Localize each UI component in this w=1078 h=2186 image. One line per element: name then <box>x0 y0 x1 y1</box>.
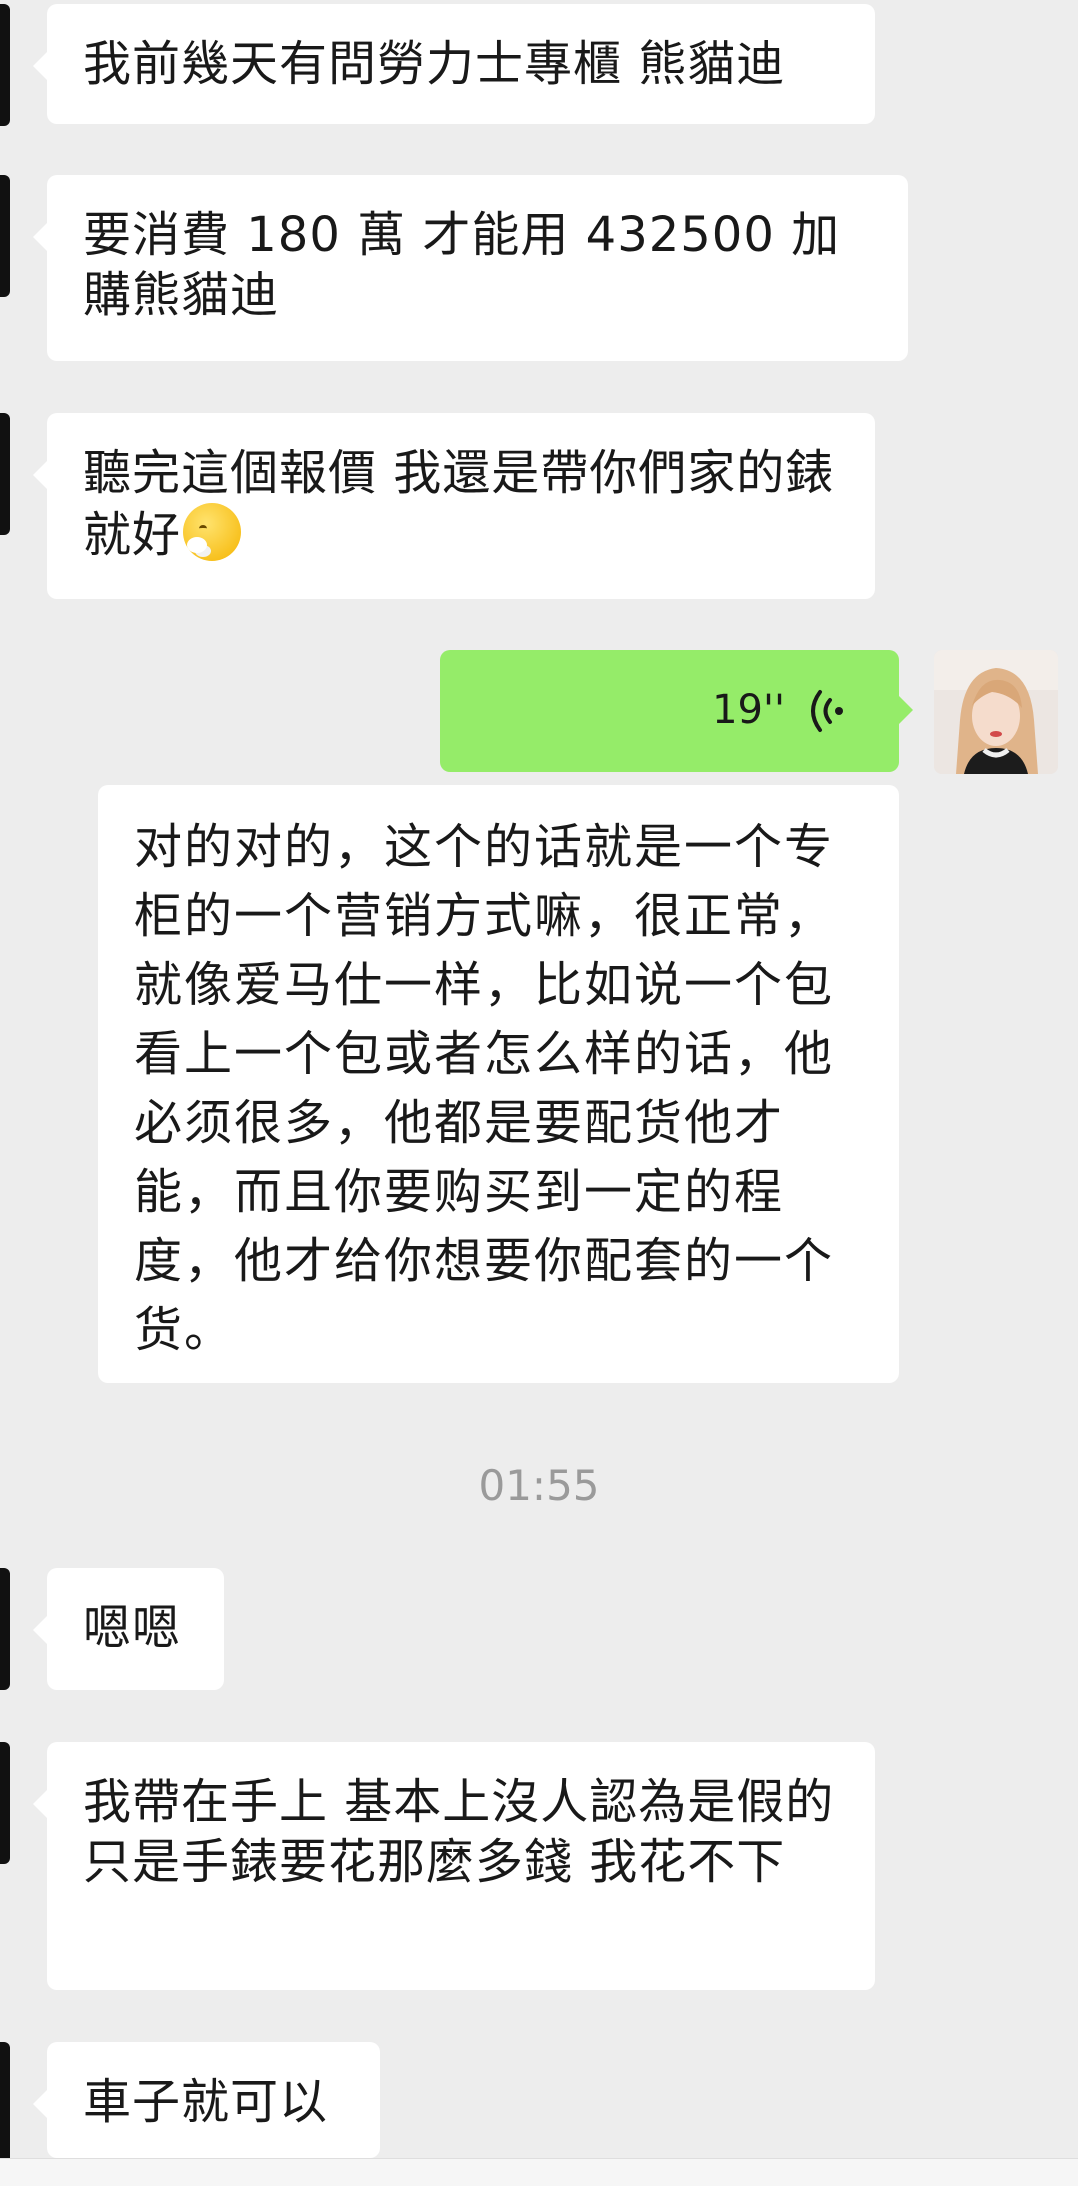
incoming-message-bubble[interactable]: 嗯嗯 <box>33 1568 224 1690</box>
message-text: 我前幾天有問勞力士專櫃 熊貓迪 <box>83 36 786 92</box>
sender-avatar[interactable] <box>0 413 10 535</box>
incoming-message-bubble[interactable]: 車子就可以 <box>33 2042 380 2158</box>
voice-message-bubble[interactable]: 19'' <box>440 650 913 772</box>
user-avatar-photo <box>934 650 1058 774</box>
incoming-message-bubble[interactable]: 聽完這個報價 我還是帶你們家的錶就好 <box>33 413 875 599</box>
incoming-message-bubble[interactable]: 我前幾天有問勞力士專櫃 熊貓迪 <box>33 4 875 124</box>
incoming-message-bubble[interactable]: 要消費 180 萬 才能用 432500 加購熊貓迪 <box>33 175 908 361</box>
incoming-message-bubble[interactable]: 我帶在手上 基本上沒人認為是假的 只是手錶要花那麼多錢 我花不下 <box>33 1742 875 1990</box>
voice-wave-icon <box>811 690 843 732</box>
transcript-text: 对的对的，这个的话就是一个专柜的一个营销方式嘛，很正常，就像爱马仕一样，比如说一… <box>134 819 835 1358</box>
voice-duration: 19'' <box>712 687 785 733</box>
face-with-steam-emoji-icon <box>183 503 242 561</box>
user-avatar[interactable] <box>934 650 1058 774</box>
chat-thread: 我前幾天有問勞力士專櫃 熊貓迪 要消費 180 萬 才能用 432500 加購熊… <box>0 0 1078 2186</box>
message-text: 車子就可以 <box>83 2074 329 2130</box>
message-text: 要消費 180 萬 才能用 432500 加購熊貓迪 <box>83 207 841 323</box>
message-text: 我帶在手上 基本上沒人認為是假的 只是手錶要花那麼多錢 我花不下 <box>83 1774 835 1890</box>
sender-avatar[interactable] <box>0 4 10 126</box>
message-text: 嗯嗯 <box>83 1600 182 1656</box>
input-bar-edge <box>0 2158 1078 2186</box>
sender-avatar[interactable] <box>0 2042 10 2164</box>
sender-avatar[interactable] <box>0 175 10 297</box>
timestamp: 01:55 <box>478 1461 600 1510</box>
sender-avatar[interactable] <box>0 1742 10 1864</box>
sender-avatar[interactable] <box>0 1568 10 1690</box>
voice-transcript[interactable]: 对的对的，这个的话就是一个专柜的一个营销方式嘛，很正常，就像爱马仕一样，比如说一… <box>98 785 899 1383</box>
